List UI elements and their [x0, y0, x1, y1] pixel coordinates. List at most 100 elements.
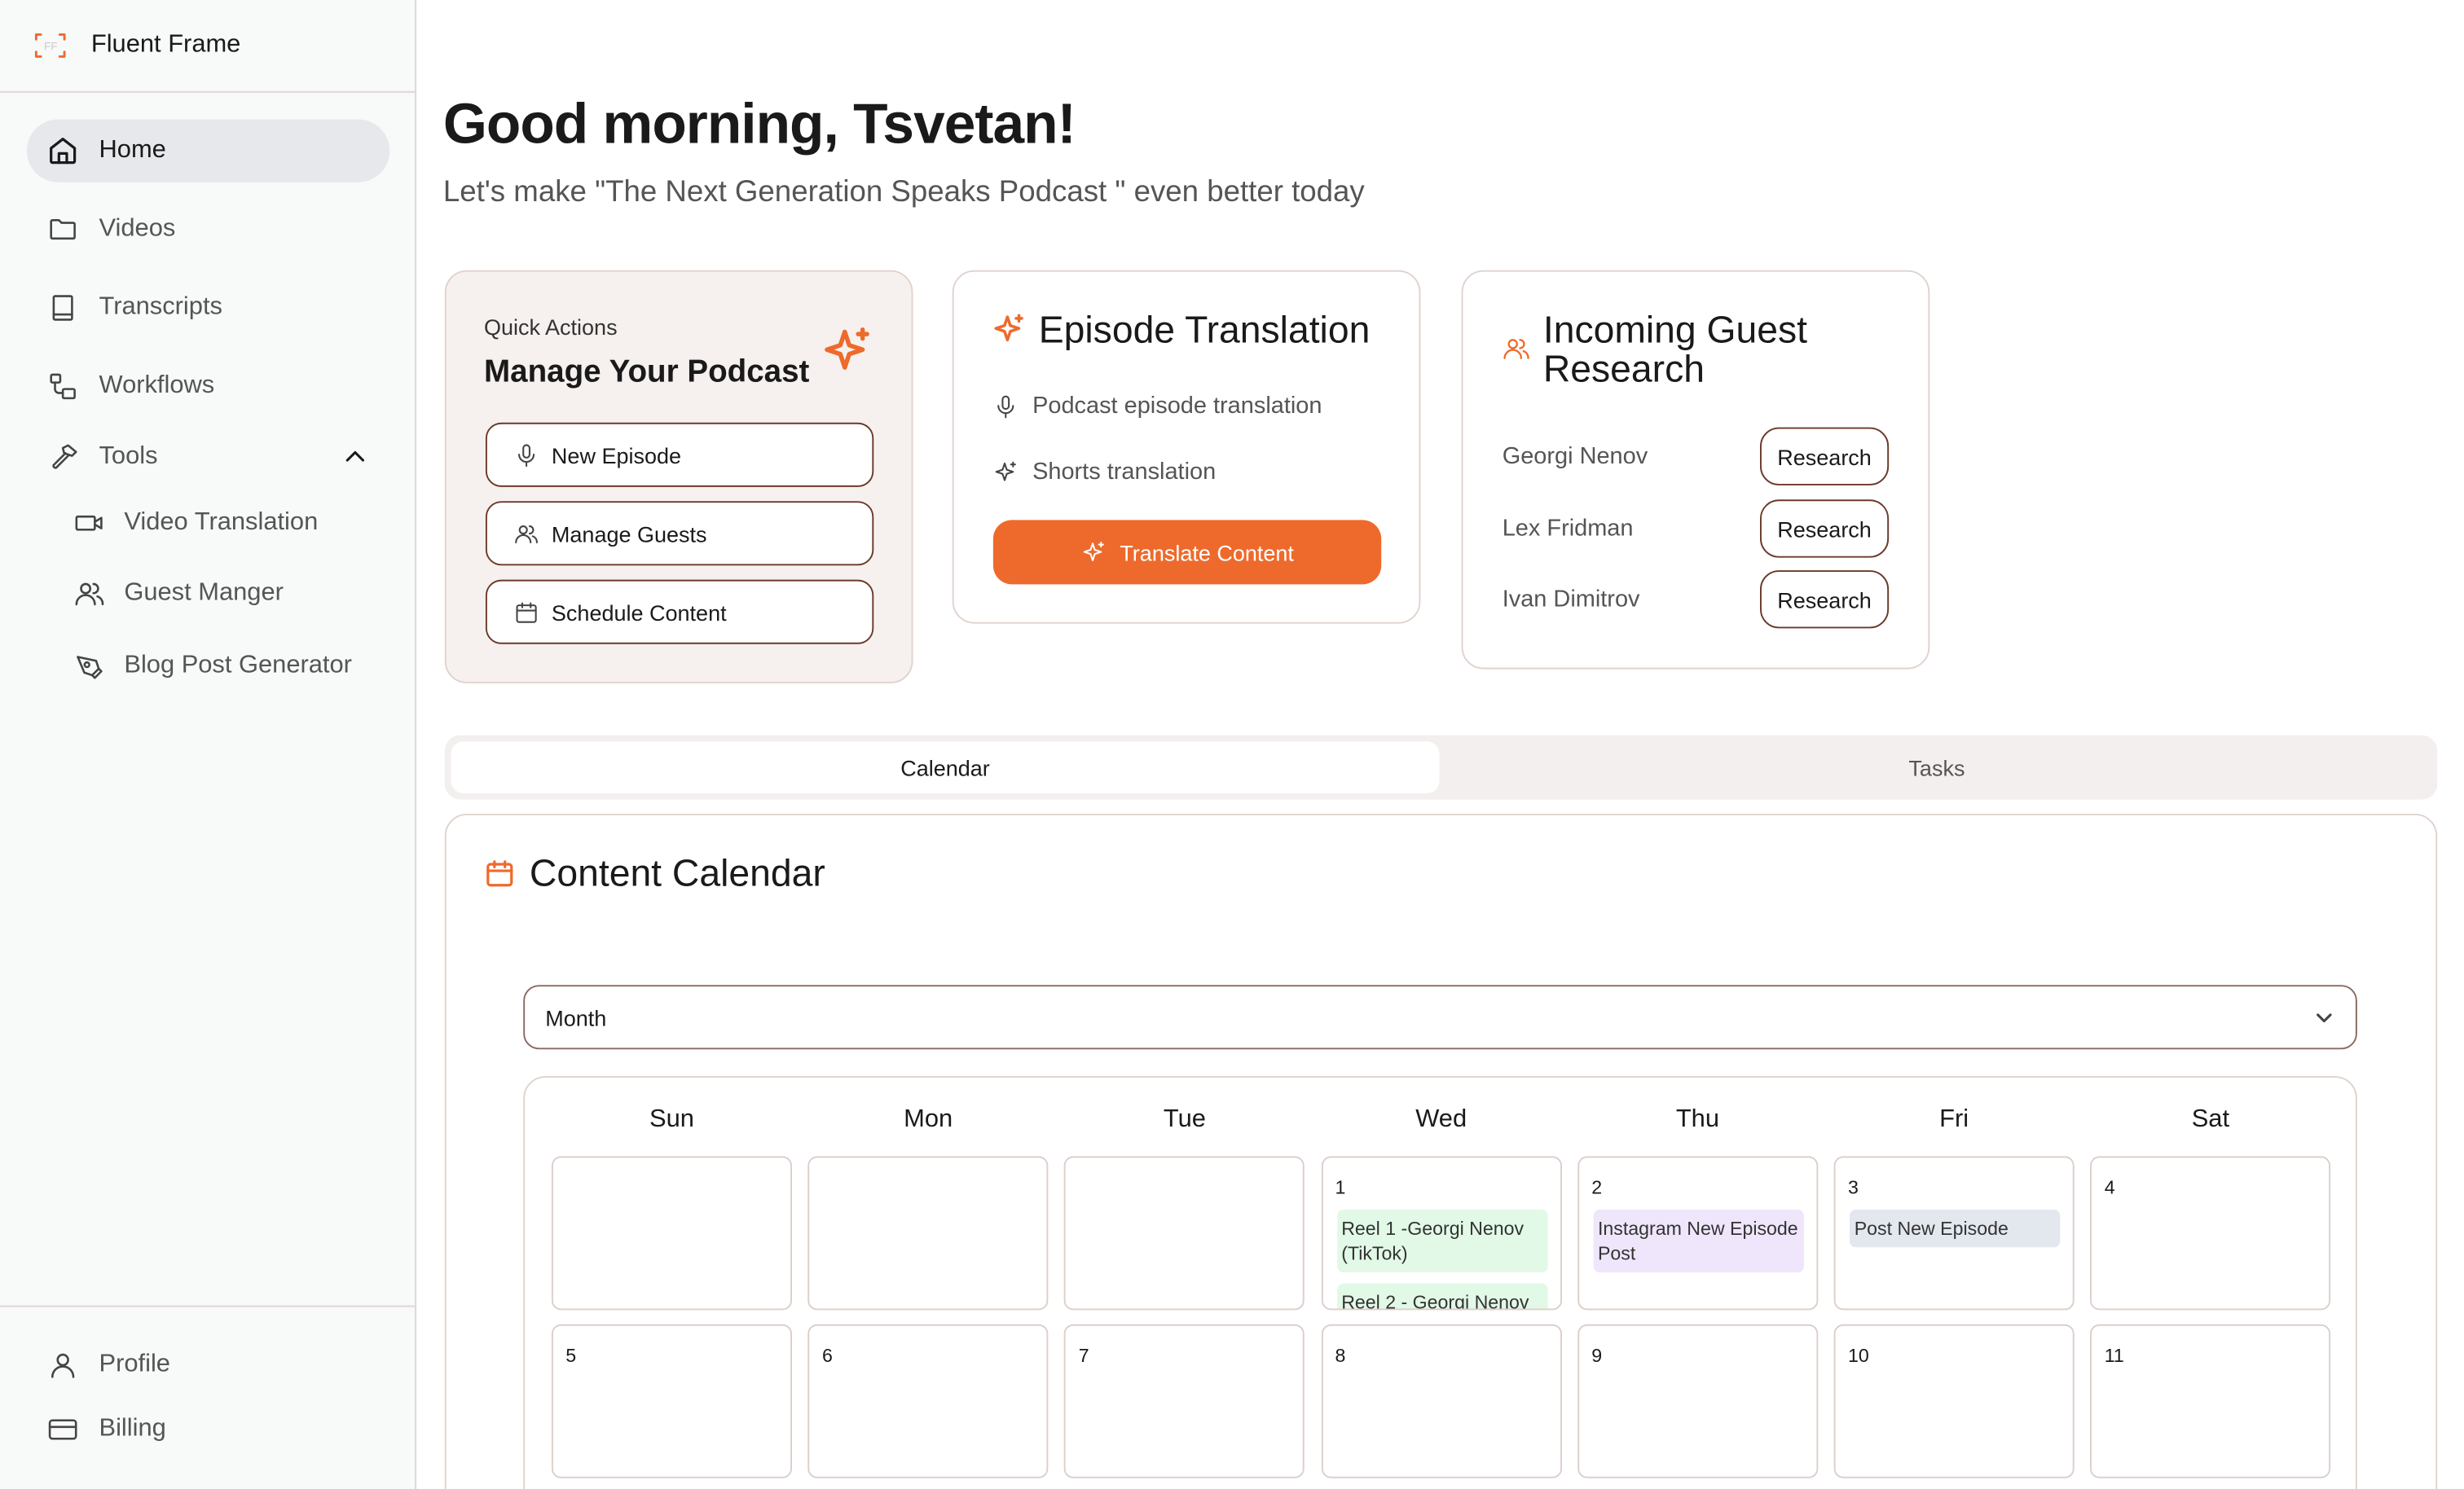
day-number: 3 — [1847, 1176, 1859, 1199]
sparkles-icon — [994, 314, 1023, 342]
research-button[interactable]: Research — [1759, 570, 1890, 629]
video-icon — [73, 506, 107, 540]
sidebar-item-label: Profile — [99, 1351, 170, 1378]
weekday-header: Thu — [1675, 1105, 1720, 1133]
guest-research-card: Incoming Guest Research Georgi Nenov Res… — [1461, 270, 1930, 670]
sparkles-icon — [1082, 541, 1104, 560]
svg-text:FF: FF — [44, 41, 57, 53]
home-icon — [46, 134, 80, 168]
guest-name: Georgi Nenov — [1502, 442, 1648, 470]
calendar-day-cell[interactable] — [1064, 1156, 1305, 1311]
day-number: 5 — [565, 1344, 577, 1367]
weekday-header: Tue — [1163, 1105, 1206, 1133]
view-select[interactable]: Month — [523, 985, 2357, 1050]
calendar-day-cell[interactable]: 5 — [551, 1324, 792, 1478]
divider — [0, 1305, 416, 1307]
users-icon — [1503, 339, 1529, 359]
guest-name: Lex Fridman — [1502, 515, 1634, 542]
day-number: 11 — [2104, 1344, 2124, 1367]
sidebar-item-label: Videos — [99, 215, 176, 242]
feature-item: Podcast episode translation — [1032, 393, 1322, 419]
view-tabs: Calendar Tasks — [444, 735, 2438, 800]
sidebar-item-guest-manager[interactable]: Guest Manger — [27, 562, 389, 625]
day-number: 9 — [1591, 1344, 1603, 1367]
translate-content-button[interactable]: Translate Content — [992, 520, 1382, 585]
card-eyebrow: Quick Actions — [483, 314, 618, 340]
credit-card-icon — [46, 1412, 80, 1447]
tab-tasks[interactable]: Tasks — [1442, 741, 2431, 793]
day-number: 2 — [1591, 1176, 1603, 1199]
feature-item: Shorts translation — [1032, 459, 1217, 485]
sidebar-item-label: Blog Post Generator — [124, 652, 352, 679]
view-select-value: Month — [545, 1004, 607, 1030]
book-icon — [46, 291, 80, 325]
calendar-day-cell[interactable]: 3 Post New Episode — [1833, 1156, 2075, 1311]
calendar-day-cell[interactable]: 2 Instagram New Episode Post — [1577, 1156, 1818, 1311]
users-icon — [515, 525, 538, 543]
calendar-day-cell[interactable]: 6 — [807, 1324, 1049, 1478]
weekday-header: Mon — [904, 1105, 953, 1133]
research-button[interactable]: Research — [1759, 499, 1890, 558]
logo-icon: FF — [34, 33, 66, 58]
tab-calendar[interactable]: Calendar — [451, 741, 1440, 793]
calendar-day-cell[interactable]: 9 — [1577, 1324, 1818, 1478]
card-title: Episode Translation — [1038, 309, 1371, 352]
calendar-title: Content Calendar — [529, 853, 825, 896]
card-title: Manage Your Podcast — [483, 354, 810, 390]
new-episode-button[interactable]: New Episode — [485, 422, 874, 487]
sidebar-item-home[interactable]: Home — [26, 119, 390, 182]
weekday-header: Sun — [649, 1105, 694, 1133]
weekday-header: Fri — [1939, 1105, 1969, 1133]
calendar-day-cell[interactable]: 4 — [2090, 1156, 2331, 1311]
sidebar-item-videos[interactable]: Videos — [27, 198, 389, 261]
users-icon — [73, 577, 107, 611]
calendar-day-cell[interactable]: 10 — [1833, 1324, 2075, 1478]
calendar-day-cell[interactable]: 7 — [1064, 1324, 1305, 1478]
calendar-event[interactable]: Reel 1 -Georgi Nenov (TikTok) — [1336, 1209, 1547, 1273]
pen-tool-icon — [73, 648, 107, 683]
sidebar-item-blog-post-generator[interactable]: Blog Post Generator — [27, 635, 389, 697]
calendar-icon — [516, 601, 537, 622]
chevron-up-icon[interactable] — [344, 448, 366, 463]
hammer-icon — [46, 440, 80, 474]
quick-actions-card: Quick Actions Manage Your Podcast New Ep… — [444, 270, 913, 683]
calendar-event[interactable]: Reel 2 - Georgi Nenov — [1336, 1283, 1547, 1309]
schedule-content-button[interactable]: Schedule Content — [485, 579, 874, 644]
research-button[interactable]: Research — [1759, 427, 1890, 485]
episode-translation-card: Episode Translation Podcast episode tran… — [952, 270, 1421, 624]
calendar-day-cell[interactable]: 11 — [2090, 1324, 2331, 1478]
app-name: Fluent Frame — [90, 31, 241, 59]
manage-guests-button[interactable]: Manage Guests — [485, 501, 874, 566]
day-number: 8 — [1335, 1344, 1346, 1367]
calendar-day-cell[interactable]: 1 Reel 1 -Georgi Nenov (TikTok) Reel 2 - G… — [1321, 1156, 1562, 1311]
sidebar-item-billing[interactable]: Billing — [27, 1398, 389, 1460]
sidebar-item-video-translation[interactable]: Video Translation — [27, 492, 389, 555]
sidebar-item-tools[interactable]: Tools — [27, 426, 389, 489]
sidebar-item-label: Billing — [99, 1415, 166, 1443]
calendar-icon — [486, 860, 513, 887]
sidebar-item-label: Home — [99, 136, 166, 164]
guest-name: Ivan Dimitrov — [1502, 586, 1640, 613]
sidebar-item-workflows[interactable]: Workflows — [27, 355, 389, 418]
weekday-header: Sat — [2191, 1105, 2230, 1133]
sparkles-icon — [995, 461, 1016, 481]
day-number: 7 — [1078, 1344, 1089, 1367]
chevron-down-icon — [2317, 1013, 2332, 1023]
sparkles-icon — [825, 327, 869, 370]
calendar-day-cell[interactable] — [807, 1156, 1049, 1311]
calendar-day-cell[interactable]: 8 — [1321, 1324, 1562, 1478]
day-number: 10 — [1847, 1344, 1869, 1367]
calendar-event[interactable]: Instagram New Episode Post — [1593, 1209, 1804, 1273]
button-label: Schedule Content — [551, 599, 727, 625]
divider — [0, 90, 416, 93]
button-label: New Episode — [551, 441, 682, 468]
page-title: Good morning, Tsvetan! — [442, 90, 1076, 156]
sidebar-item-transcripts[interactable]: Transcripts — [27, 276, 389, 339]
day-number: 1 — [1335, 1176, 1346, 1199]
calendar-event[interactable]: Post New Episode — [1849, 1209, 2061, 1248]
sidebar: FF Fluent Frame Home Videos Transcripts … — [0, 0, 417, 1489]
sidebar-item-label: Workflows — [99, 372, 215, 399]
sidebar-item-profile[interactable]: Profile — [27, 1333, 389, 1396]
calendar-day-cell[interactable] — [551, 1156, 792, 1311]
sidebar-item-label: Guest Manger — [124, 579, 284, 607]
